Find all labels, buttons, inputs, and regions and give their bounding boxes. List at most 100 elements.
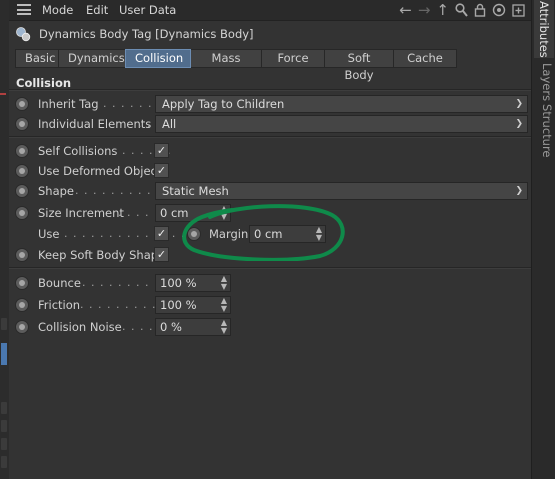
left-strip-marker xyxy=(0,93,6,95)
tab-collision[interactable]: Collision xyxy=(125,49,191,68)
self-collisions-label: Self Collisions xyxy=(38,144,118,158)
hamburger-menu-icon[interactable] xyxy=(17,4,31,15)
tab-force[interactable]: Force xyxy=(261,49,325,68)
chevron-down-icon: ❯ xyxy=(515,186,523,196)
keep-soft-body-shape-checkbox[interactable]: ✓ xyxy=(154,247,169,262)
individual-elements-value: All xyxy=(162,117,177,131)
bounce-value: 100 % xyxy=(160,276,197,290)
inherit-tag-row: Inherit Tag . . . . . . . . Apply Tag to… xyxy=(9,94,531,114)
stepper-arrows-icon[interactable]: ▲ ▼ xyxy=(221,319,227,335)
divider xyxy=(9,136,531,138)
dynamics-body-tag-icon xyxy=(16,27,31,42)
animation-key-icon[interactable] xyxy=(15,248,29,262)
friction-field[interactable]: 100 % ▲ ▼ xyxy=(155,296,231,314)
tab-dynamics[interactable]: Dynamics xyxy=(58,49,126,68)
shape-dropdown[interactable]: Static Mesh ❯ xyxy=(155,182,528,200)
animation-key-icon[interactable] xyxy=(15,97,29,111)
forward-arrow-icon[interactable]: → xyxy=(418,2,431,18)
collision-noise-value: 0 % xyxy=(160,320,182,334)
friction-label: Friction xyxy=(38,298,81,312)
dock-tab-structure[interactable]: Structure xyxy=(534,104,554,158)
back-arrow-icon[interactable]: ← xyxy=(399,2,412,18)
chevron-down-icon: ❯ xyxy=(515,119,523,129)
bounce-field[interactable]: 100 % ▲ ▼ xyxy=(155,274,231,292)
tag-title: Dynamics Body Tag [Dynamics Body] xyxy=(39,27,254,41)
use-deformed-object-label: Use Deformed Object xyxy=(38,164,162,178)
leader-dots: . . . . xyxy=(118,206,150,219)
use-deformed-object-checkbox[interactable]: ✓ xyxy=(154,163,169,178)
size-increment-field[interactable]: 0 cm ▲ ▼ xyxy=(155,204,231,222)
use-deformed-object-row: Use Deformed Object ✓ xyxy=(9,161,531,181)
left-strip-selected-item[interactable] xyxy=(1,343,7,365)
menu-user-data[interactable]: User Data xyxy=(119,3,176,17)
divider xyxy=(9,89,531,91)
chevron-down-icon: ❯ xyxy=(515,99,523,109)
animation-key-icon[interactable] xyxy=(15,117,29,131)
friction-value: 100 % xyxy=(160,298,197,312)
inherit-tag-value: Apply Tag to Children xyxy=(162,97,285,111)
left-strip-button[interactable] xyxy=(1,456,7,468)
right-dock-tabs: Attributes Layers Structure xyxy=(531,0,555,479)
size-increment-row: Size Increment . . . . 0 cm ▲ ▼ xyxy=(9,203,531,223)
leader-dots: . . . . xyxy=(122,320,154,333)
target-icon[interactable] xyxy=(492,3,506,17)
left-strip-button[interactable] xyxy=(1,318,7,330)
collision-noise-row: Collision Noise . . . . 0 % ▲ ▼ xyxy=(9,317,531,337)
self-collisions-checkbox[interactable]: ✓ xyxy=(154,143,169,158)
attributes-panel: Mode Edit User Data ← → ↑ Dynamics Body … xyxy=(9,0,531,479)
shape-label: Shape xyxy=(38,184,75,198)
tab-soft-body[interactable]: Soft Body xyxy=(324,49,394,82)
inherit-tag-label: Inherit Tag xyxy=(38,97,99,111)
margin-label: Margin xyxy=(209,227,249,241)
use-label: Use xyxy=(38,227,60,241)
left-strip-button[interactable] xyxy=(1,402,7,414)
tab-mass[interactable]: Mass xyxy=(190,49,262,68)
lock-icon[interactable] xyxy=(474,3,486,17)
size-increment-value: 0 cm xyxy=(160,206,189,220)
animation-key-icon[interactable] xyxy=(15,184,29,198)
individual-elements-dropdown[interactable]: All ❯ xyxy=(155,115,528,133)
search-icon[interactable] xyxy=(455,3,468,17)
shape-value: Static Mesh xyxy=(162,184,229,198)
size-increment-label: Size Increment xyxy=(38,206,124,220)
section-title: Collision xyxy=(16,76,72,90)
stepper-arrows-icon[interactable]: ▲ ▼ xyxy=(316,226,322,242)
individual-elements-label: Individual Elements xyxy=(38,117,152,131)
left-strip-button[interactable] xyxy=(1,438,7,450)
inherit-tag-dropdown[interactable]: Apply Tag to Children ❯ xyxy=(155,95,528,113)
collision-noise-field[interactable]: 0 % ▲ ▼ xyxy=(155,318,231,336)
object-header: Dynamics Body Tag [Dynamics Body] xyxy=(9,24,531,44)
animation-key-icon[interactable] xyxy=(187,227,201,241)
collision-noise-label: Collision Noise xyxy=(38,320,122,334)
stepper-arrows-icon[interactable]: ▲ ▼ xyxy=(221,297,227,313)
individual-elements-row: Individual Elements . . All ❯ xyxy=(9,114,531,134)
menu-mode[interactable]: Mode xyxy=(42,3,73,17)
stepper-arrows-icon[interactable]: ▲ ▼ xyxy=(221,205,227,221)
margin-value: 0 cm xyxy=(254,227,283,241)
divider xyxy=(9,267,531,269)
dock-tab-attributes[interactable]: Attributes xyxy=(534,0,554,58)
leader-dots: . . xyxy=(138,117,152,130)
menu-edit[interactable]: Edit xyxy=(86,3,108,17)
tab-basic[interactable]: Basic xyxy=(15,49,59,68)
use-row: Use . . . . . . . . . . . . . . ✓ Margin… xyxy=(9,224,531,244)
animation-key-icon[interactable] xyxy=(15,164,29,178)
menubar: Mode Edit User Data ← → ↑ xyxy=(9,0,531,21)
animation-key-icon[interactable] xyxy=(15,298,29,312)
use-checkbox[interactable]: ✓ xyxy=(154,226,169,241)
up-arrow-icon[interactable]: ↑ xyxy=(436,2,449,18)
stepper-arrows-icon[interactable]: ▲ ▼ xyxy=(221,275,227,291)
animation-key-icon[interactable] xyxy=(15,320,29,334)
friction-row: Friction . . . . . . . . . . . 100 % ▲ ▼ xyxy=(9,295,531,315)
animation-key-icon[interactable] xyxy=(15,144,29,158)
tab-bar: Basic Dynamics Collision Mass Force Soft… xyxy=(15,49,457,82)
margin-field[interactable]: 0 cm ▲ ▼ xyxy=(249,225,326,243)
new-panel-icon[interactable] xyxy=(512,3,525,17)
bounce-row: Bounce . . . . . . . . . . . 100 % ▲ ▼ xyxy=(9,273,531,293)
animation-key-icon[interactable] xyxy=(15,276,29,290)
animation-key-icon[interactable] xyxy=(15,206,29,220)
dock-tab-layers[interactable]: Layers xyxy=(534,62,554,102)
toolbar-icons: ← → ↑ xyxy=(399,1,525,19)
tab-cache[interactable]: Cache xyxy=(393,49,457,68)
left-strip-button[interactable] xyxy=(1,420,7,432)
